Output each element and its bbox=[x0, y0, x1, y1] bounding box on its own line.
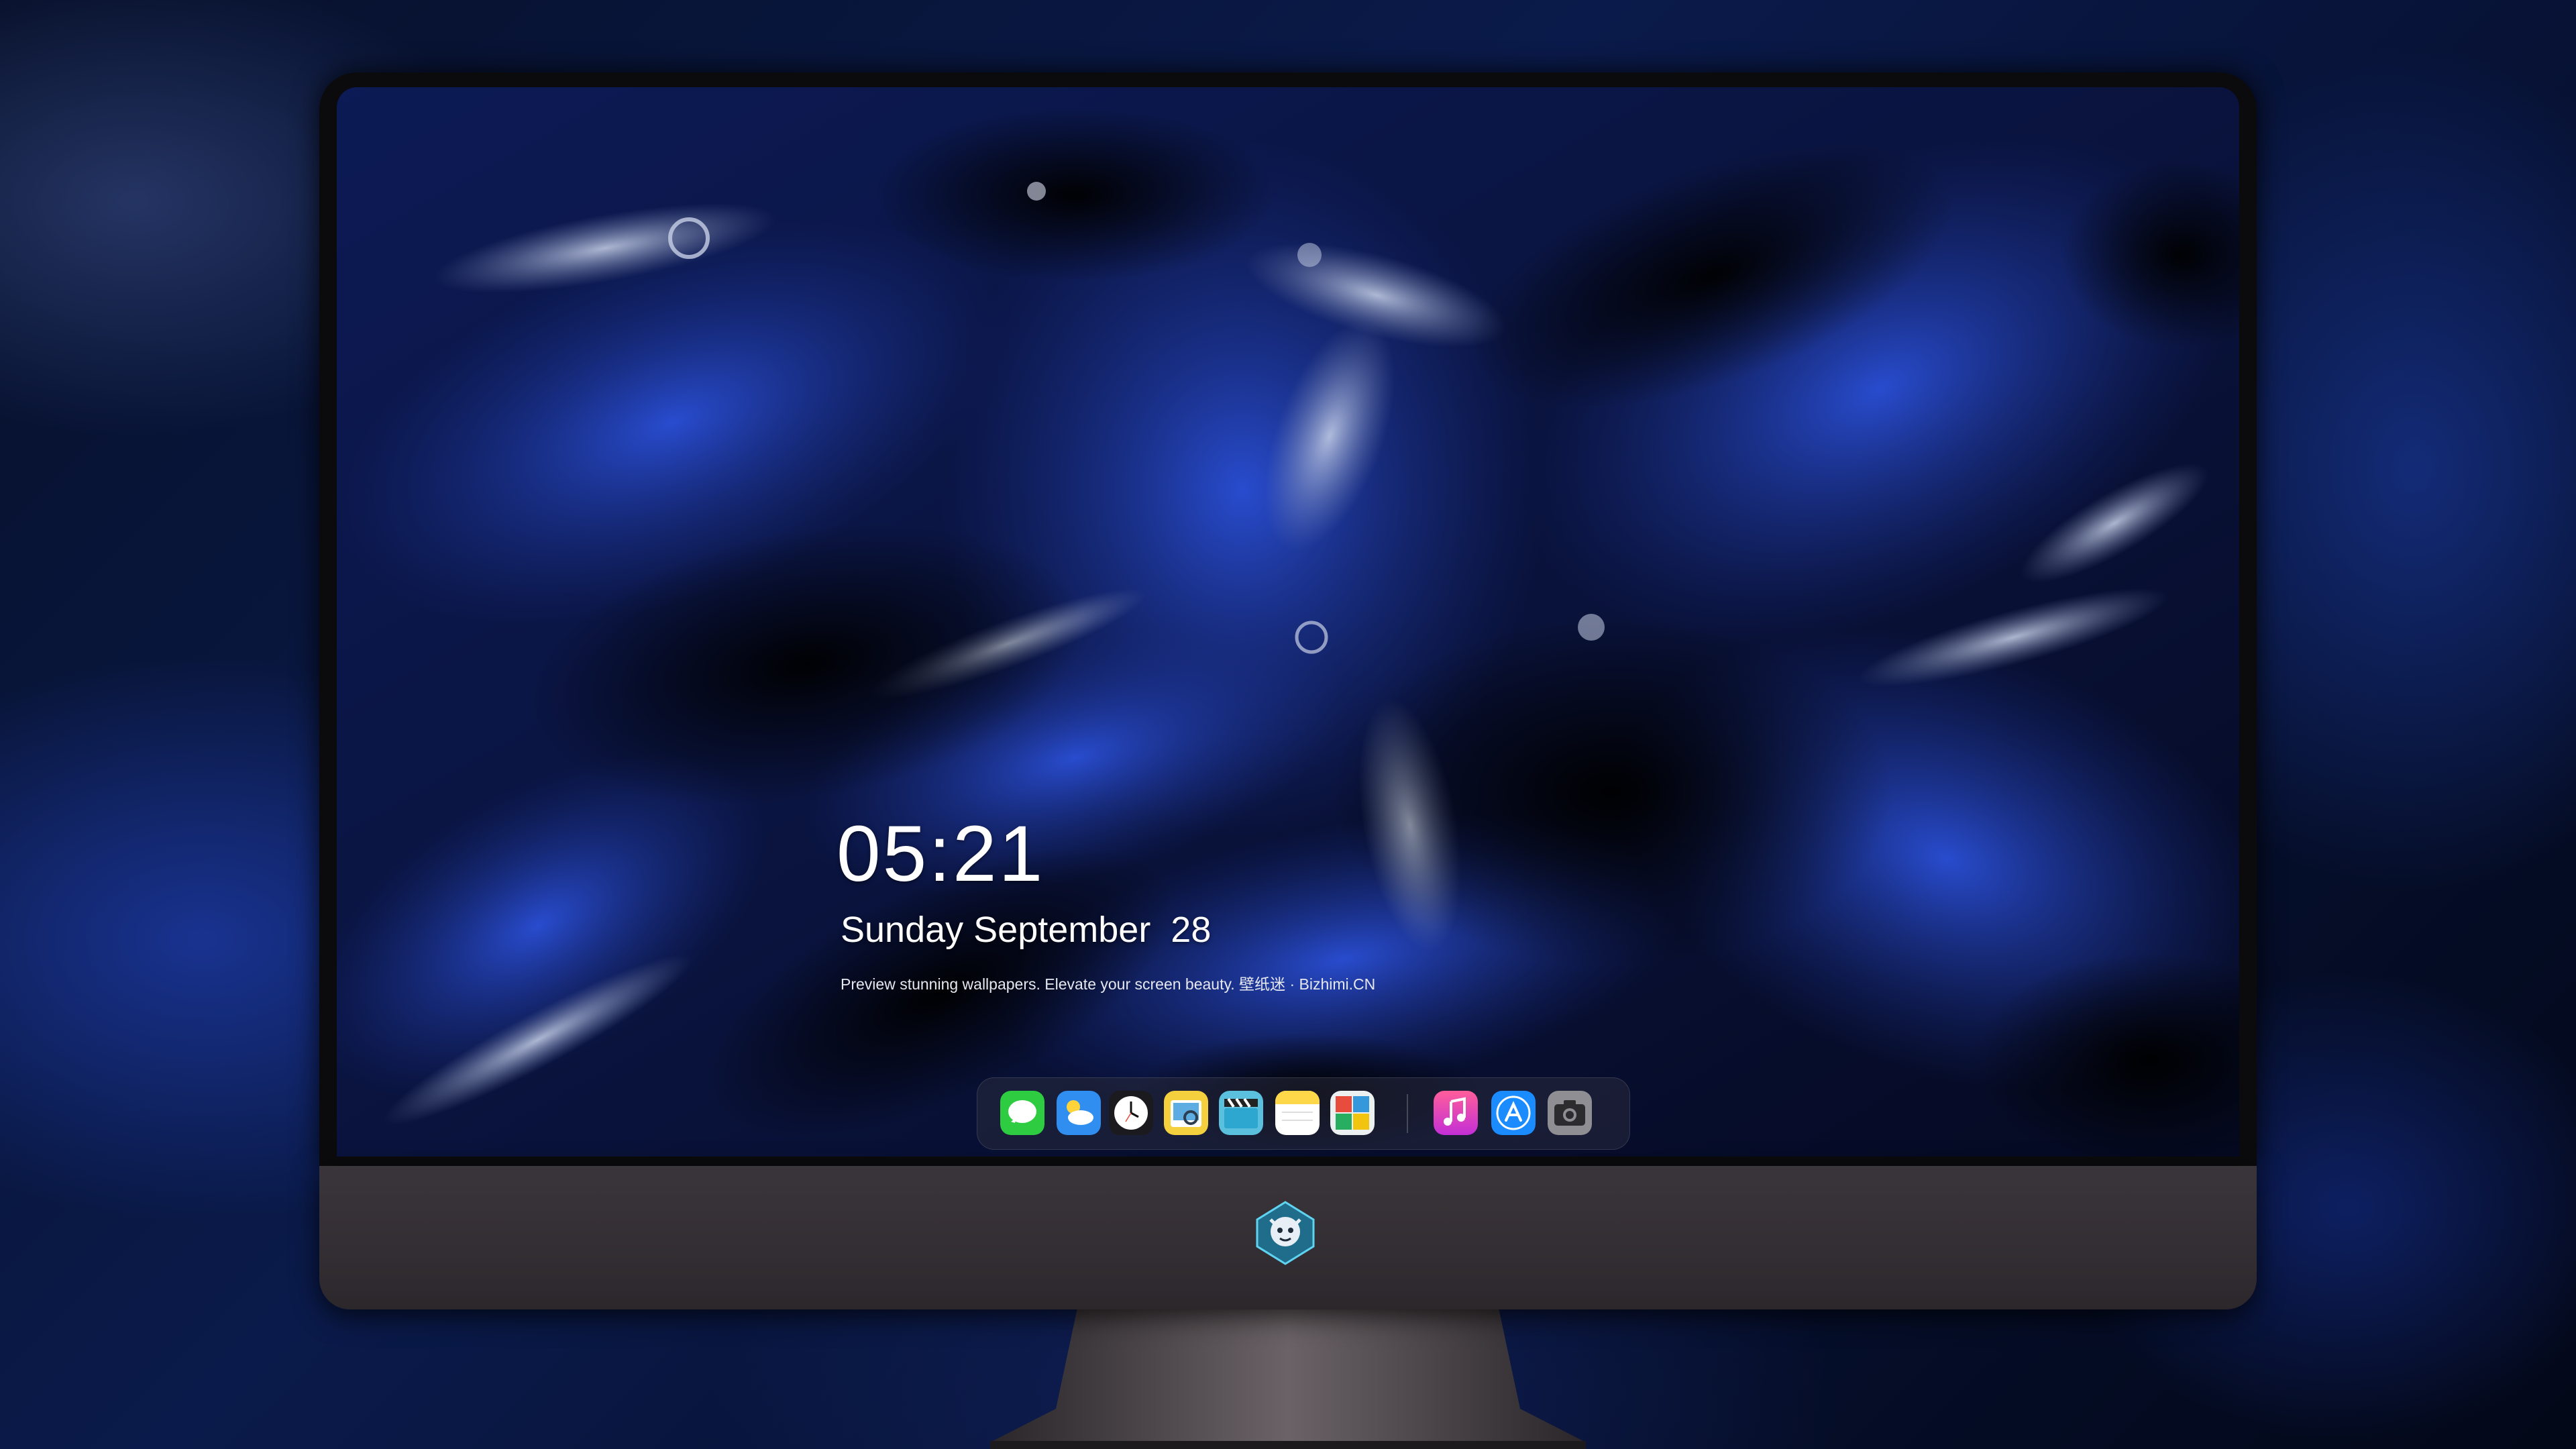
photo-booth-icon[interactable] bbox=[1330, 1091, 1375, 1135]
lock-screen-tagline: Preview stunning wallpapers. Elevate you… bbox=[841, 975, 1376, 993]
app-store-icon[interactable] bbox=[1491, 1091, 1536, 1135]
monitor-bezel: 05:21 Sunday September 28 Preview stunni… bbox=[319, 72, 2257, 1166]
music-icon[interactable] bbox=[1434, 1091, 1478, 1135]
dock-separator bbox=[1407, 1094, 1408, 1133]
notes-icon[interactable] bbox=[1275, 1091, 1320, 1135]
lock-screen-date: Sunday September 28 bbox=[841, 910, 1212, 950]
monitor-stand bbox=[990, 1308, 1586, 1449]
wallpaper bbox=[337, 87, 2239, 1157]
brand-logo-icon bbox=[1256, 1201, 1315, 1265]
monitor-screen: 05:21 Sunday September 28 Preview stunni… bbox=[337, 87, 2239, 1157]
lock-screen-time: 05:21 bbox=[837, 810, 1045, 898]
clock-icon[interactable] bbox=[1109, 1091, 1153, 1135]
background-scene: 05:21 Sunday September 28 Preview stunni… bbox=[0, 0, 2576, 1449]
clips-icon[interactable] bbox=[1219, 1091, 1263, 1135]
imac-monitor: 05:21 Sunday September 28 Preview stunni… bbox=[319, 72, 2257, 1309]
weather-icon[interactable] bbox=[1057, 1091, 1101, 1135]
preview-icon[interactable] bbox=[1164, 1091, 1208, 1135]
messages-icon[interactable] bbox=[1000, 1091, 1044, 1135]
dock bbox=[977, 1077, 1630, 1150]
camera-icon[interactable] bbox=[1548, 1091, 1592, 1135]
